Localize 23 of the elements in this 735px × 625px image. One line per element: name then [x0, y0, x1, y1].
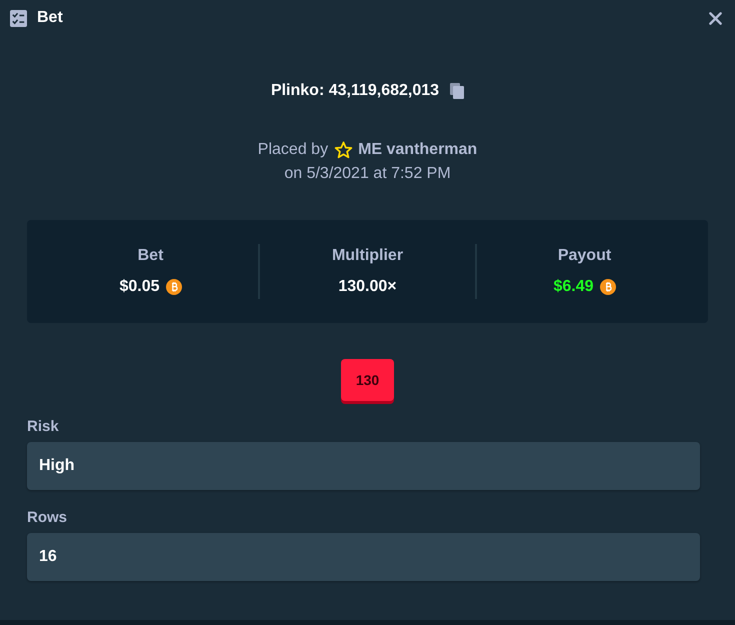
window-title: Bet	[37, 9, 63, 27]
stat-label: Payout	[558, 246, 612, 266]
multiplier-tile: 130	[341, 359, 394, 401]
field-label: Risk	[27, 418, 59, 436]
bet-title: Plinko: 43,119,682,013	[270, 82, 440, 100]
username-link[interactable]: ME vantherman	[358, 141, 478, 159]
stat-value: $6.49	[553, 278, 594, 296]
stat-value: $0.05	[119, 278, 160, 296]
placed-by-label: Placed by	[258, 141, 328, 159]
star-icon	[334, 141, 354, 159]
stat-label: Bet	[138, 246, 164, 266]
stat-value: 130.00×	[338, 278, 397, 296]
close-button[interactable]	[707, 10, 724, 26]
copy-icon[interactable]	[450, 83, 464, 99]
bitcoin-icon	[600, 278, 616, 294]
field-label: Rows	[27, 509, 68, 527]
bitcoin-icon	[166, 278, 182, 294]
select-field: High	[27, 442, 700, 490]
checklist-icon	[10, 10, 27, 26]
close-icon	[709, 12, 722, 24]
stat-label: Multiplier	[332, 246, 404, 266]
select-field: 16	[27, 533, 700, 581]
placed-date: on 5/3/2021 at 7:52 PM	[284, 164, 451, 184]
